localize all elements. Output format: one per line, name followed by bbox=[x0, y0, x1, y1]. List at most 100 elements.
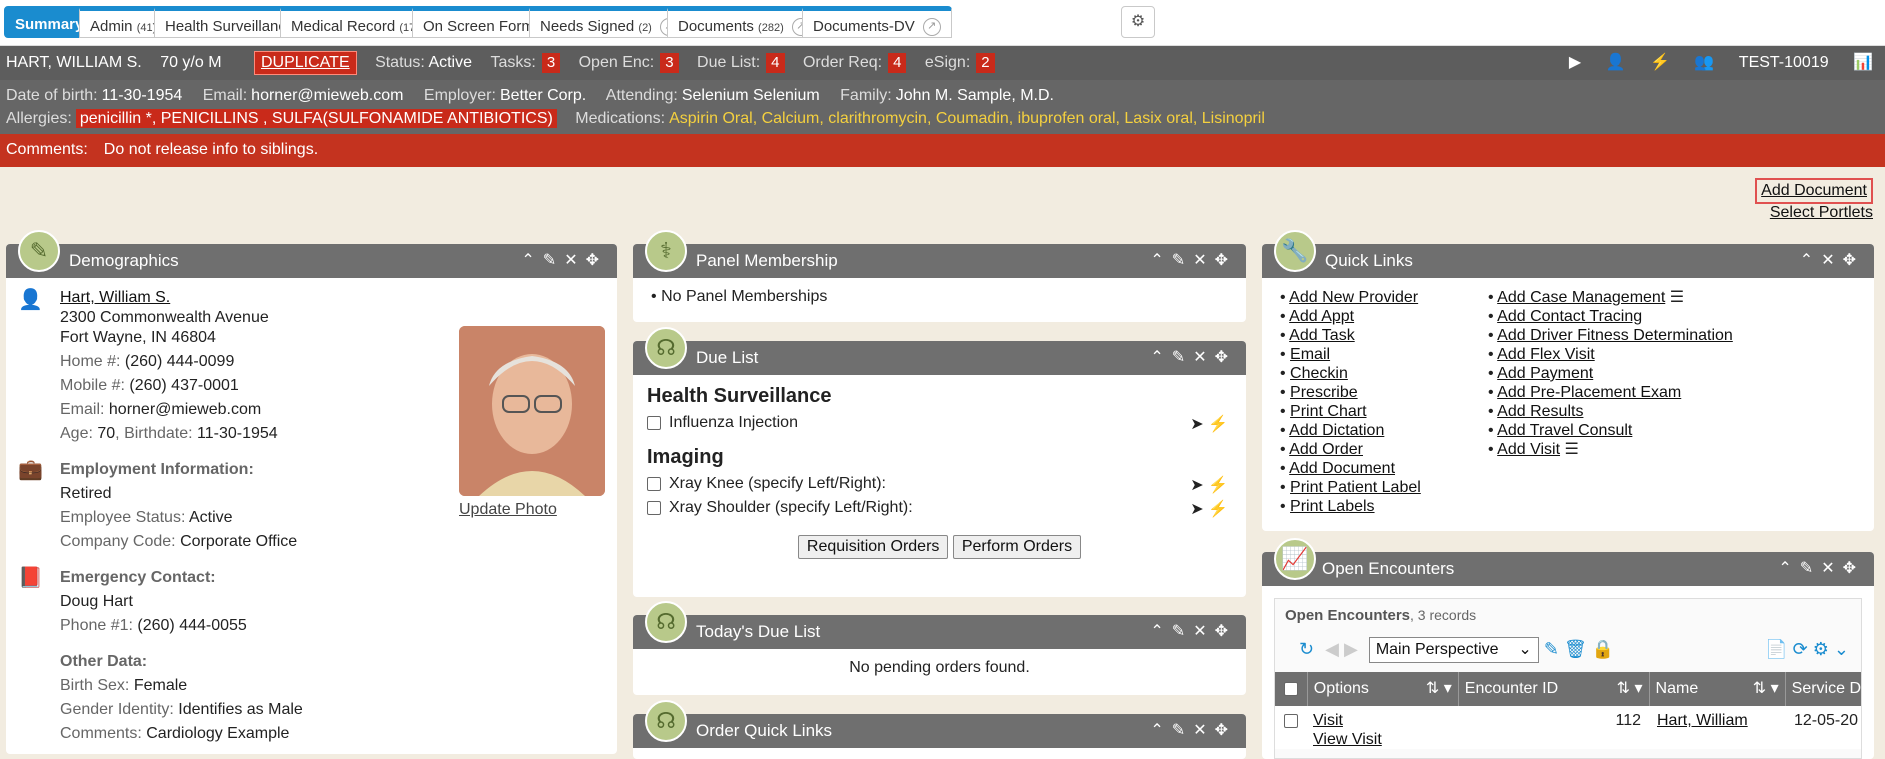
add-document-link[interactable]: Add Document bbox=[1755, 178, 1873, 204]
order-req-badge[interactable]: 4 bbox=[888, 53, 907, 73]
collapse-icon[interactable]: ⌃ bbox=[1800, 252, 1821, 269]
quick-link[interactable]: Email bbox=[1290, 346, 1330, 363]
requisition-orders-button[interactable]: Requisition Orders bbox=[797, 535, 949, 559]
collapse-icon[interactable]: ⌃ bbox=[521, 252, 542, 269]
view-visit-link[interactable]: View Visit bbox=[1313, 731, 1382, 748]
list-icon[interactable]: ☰ bbox=[1564, 441, 1578, 458]
quick-link[interactable]: Print Labels bbox=[1290, 498, 1375, 515]
sort-filter-icon[interactable]: ⇅ ▾ bbox=[1426, 672, 1452, 706]
close-icon[interactable]: ✕ bbox=[1821, 252, 1842, 269]
add-user-icon[interactable]: 👤 bbox=[1606, 54, 1626, 71]
quick-link[interactable]: Add Dictation bbox=[1289, 422, 1384, 439]
close-icon[interactable]: ✕ bbox=[1193, 349, 1214, 366]
perspective-select[interactable]: Main Perspective ⌄ bbox=[1368, 637, 1539, 664]
quick-link[interactable]: Add Flex Visit bbox=[1497, 346, 1595, 363]
tasks-badge[interactable]: 3 bbox=[541, 53, 561, 73]
move-icon[interactable]: ✥ bbox=[1215, 349, 1236, 366]
edit-icon[interactable]: ✎ bbox=[1800, 560, 1821, 577]
send-icon[interactable]: ➤ bbox=[1190, 477, 1203, 494]
lightning-icon[interactable]: ⚡ bbox=[1208, 501, 1228, 518]
chart-icon[interactable]: 📊 bbox=[1853, 54, 1873, 71]
edit-icon[interactable]: ✎ bbox=[1544, 639, 1559, 659]
collapse-icon[interactable]: ⌃ bbox=[1150, 349, 1171, 366]
influenza-checkbox[interactable] bbox=[647, 415, 661, 430]
move-icon[interactable]: ✥ bbox=[1215, 252, 1236, 269]
refresh-icon[interactable]: ↻ bbox=[1299, 639, 1314, 659]
quick-link[interactable]: Add New Provider bbox=[1289, 289, 1418, 306]
col-name[interactable]: Name ⇅ ▾ bbox=[1648, 672, 1785, 706]
tab-settings-gear-icon[interactable]: ⚙ bbox=[1121, 6, 1155, 38]
collapse-icon[interactable]: ⌃ bbox=[1150, 623, 1171, 640]
tab-documents-dv[interactable]: Documents-DV ↗ bbox=[802, 6, 952, 38]
quick-link[interactable]: Add Document bbox=[1289, 460, 1395, 477]
quick-link[interactable]: Add Travel Consult bbox=[1497, 422, 1632, 439]
list-icon[interactable]: ☰ bbox=[1670, 289, 1684, 306]
lock-icon[interactable]: 🔒 bbox=[1592, 639, 1614, 659]
close-icon[interactable]: ✕ bbox=[1821, 560, 1842, 577]
lightning-icon[interactable]: ⚡ bbox=[1650, 54, 1670, 71]
edit-icon[interactable]: ✎ bbox=[1172, 722, 1193, 739]
sort-filter-icon[interactable]: ⇅ ▾ bbox=[1753, 672, 1779, 706]
move-icon[interactable]: ✥ bbox=[1843, 252, 1864, 269]
patient-name-link[interactable]: Hart, William bbox=[1657, 712, 1748, 729]
quick-link[interactable]: Prescribe bbox=[1290, 384, 1358, 401]
send-icon[interactable]: ➤ bbox=[1190, 416, 1203, 433]
edit-icon[interactable]: ✎ bbox=[1172, 349, 1193, 366]
select-portlets-link[interactable]: Select Portlets bbox=[1755, 204, 1873, 222]
quick-link[interactable]: Add Driver Fitness Determination bbox=[1497, 327, 1733, 344]
video-icon[interactable]: ▶ bbox=[1569, 54, 1581, 71]
sync-icon[interactable]: ⟳ bbox=[1793, 639, 1808, 659]
gear-icon[interactable]: ⚙ bbox=[1813, 639, 1829, 659]
col-encounter-id[interactable]: Encounter ID ⇅ ▾ bbox=[1457, 672, 1649, 706]
forward-icon[interactable]: ▶ bbox=[1344, 639, 1358, 659]
col-service-date[interactable]: Service D bbox=[1784, 672, 1861, 706]
edit-icon[interactable]: ✎ bbox=[1172, 623, 1193, 640]
tab-documents[interactable]: Documents (282) ↗ bbox=[667, 6, 821, 38]
quick-link[interactable]: Add Task bbox=[1289, 327, 1355, 344]
quick-link[interactable]: Print Patient Label bbox=[1290, 479, 1421, 496]
send-icon[interactable]: ➤ bbox=[1190, 501, 1203, 518]
lightning-icon[interactable]: ⚡ bbox=[1208, 477, 1228, 494]
move-icon[interactable]: ✥ bbox=[1215, 722, 1236, 739]
move-icon[interactable]: ✥ bbox=[1843, 560, 1864, 577]
quick-link[interactable]: Add Pre-Placement Exam bbox=[1497, 384, 1681, 401]
move-icon[interactable]: ✥ bbox=[586, 252, 607, 269]
patient-name-link[interactable]: Hart, William S. bbox=[60, 289, 170, 306]
xray-knee-checkbox[interactable] bbox=[647, 476, 661, 491]
tab-needs-signed[interactable]: Needs Signed (2)↗ bbox=[529, 6, 689, 38]
select-all-checkbox[interactable] bbox=[1283, 681, 1298, 696]
users-icon[interactable]: 👥 bbox=[1694, 54, 1714, 71]
document-icon[interactable]: 📄 bbox=[1765, 639, 1787, 659]
quick-link[interactable]: Add Payment bbox=[1497, 365, 1593, 382]
sort-filter-icon[interactable]: ⇅ ▾ bbox=[1617, 672, 1643, 706]
update-photo-link[interactable]: Update Photo bbox=[459, 500, 557, 520]
quick-link[interactable]: Print Chart bbox=[1290, 403, 1366, 420]
close-icon[interactable]: ✕ bbox=[1193, 252, 1214, 269]
perform-orders-button[interactable]: Perform Orders bbox=[952, 535, 1082, 559]
quick-link[interactable]: Add Contact Tracing bbox=[1497, 308, 1642, 325]
move-icon[interactable]: ✥ bbox=[1215, 623, 1236, 640]
collapse-icon[interactable]: ⌃ bbox=[1778, 560, 1799, 577]
duplicate-link[interactable]: DUPLICATE bbox=[254, 51, 357, 75]
esign-badge[interactable]: 2 bbox=[976, 53, 995, 73]
quick-link[interactable]: Add Order bbox=[1289, 441, 1363, 458]
chevron-down-icon[interactable]: ⌄ bbox=[1834, 639, 1849, 659]
row-checkbox[interactable] bbox=[1284, 713, 1298, 728]
visit-link[interactable]: Visit bbox=[1313, 712, 1343, 729]
close-icon[interactable]: ✕ bbox=[1193, 722, 1214, 739]
quick-link[interactable]: Add Results bbox=[1497, 403, 1583, 420]
collapse-icon[interactable]: ⌃ bbox=[1150, 252, 1171, 269]
open-enc-badge[interactable]: 3 bbox=[660, 53, 679, 73]
xray-shoulder-checkbox[interactable] bbox=[647, 500, 661, 515]
close-icon[interactable]: ✕ bbox=[1193, 623, 1214, 640]
close-icon[interactable]: ✕ bbox=[564, 252, 585, 269]
edit-icon[interactable]: ✎ bbox=[543, 252, 564, 269]
col-options[interactable]: Options ⇅ ▾ bbox=[1306, 672, 1458, 706]
lightning-icon[interactable]: ⚡ bbox=[1208, 416, 1228, 433]
trash-icon[interactable]: 🗑 bbox=[1564, 639, 1587, 659]
quick-link[interactable]: Add Appt bbox=[1289, 308, 1354, 325]
back-icon[interactable]: ◀ bbox=[1325, 639, 1339, 659]
quick-link[interactable]: Add Visit bbox=[1497, 441, 1560, 458]
quick-link[interactable]: Checkin bbox=[1290, 365, 1348, 382]
collapse-icon[interactable]: ⌃ bbox=[1150, 722, 1171, 739]
